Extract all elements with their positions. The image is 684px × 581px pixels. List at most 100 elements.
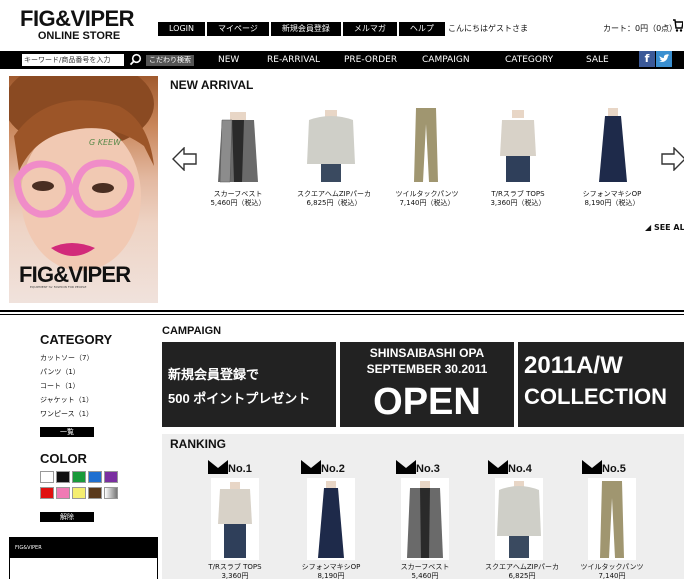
rank-number: No.2 [321,463,345,475]
product-price: 7,140円（税込） [399,199,455,207]
color-swatch-green[interactable] [72,471,86,483]
campaign-banner-register[interactable]: 新規会員登録で 500 ポイントプレゼント [162,342,336,427]
register-button[interactable]: 新規会員登録 [270,22,341,36]
product-price: 8,190円（税込） [584,199,640,207]
campaign-banner-collection[interactable]: 2011A/W COLLECTION [518,342,684,427]
carousel-prev-icon[interactable] [172,147,198,171]
banner-text: 500 ポイントプレゼント [168,391,311,406]
product-item[interactable]: スカーフベスト 5,460円（税込） [193,190,283,208]
color-swatch-black[interactable] [56,471,70,483]
see-all-link[interactable]: ◢ SEE AL [645,223,684,232]
rank-label: No.2 [301,460,345,475]
color-swatch-yellow[interactable] [72,487,86,499]
product-image[interactable] [208,104,268,184]
product-name: スクエアヘムZIPパーカ [297,190,371,198]
product-image[interactable] [301,104,361,184]
login-button[interactable]: LOGIN [158,22,206,36]
product-name: シフォンマキシOP [582,190,642,198]
logo-main-text: FIG&VIPER [20,6,135,31]
nav-re-arrival[interactable]: RE-ARRIVAL [267,55,320,66]
color-swatch-blue[interactable] [88,471,102,483]
color-swatch-red[interactable] [40,487,54,499]
color-swatch-gray[interactable] [104,487,118,499]
ranking-product-image[interactable] [307,478,355,560]
product-name: T/Rスラブ TOPS [491,190,545,198]
ranking-product-image[interactable] [401,478,449,560]
cart-icon[interactable] [673,18,683,32]
rank-crown-icon [582,460,602,474]
banner-text: SHINSAIBASHI OPA [369,346,485,360]
category-link[interactable]: コート（1） [40,381,79,391]
top-nav: LOGIN マイページ 新規会員登録 メルマガ ヘルプ [158,22,445,36]
rank-number: No.1 [228,463,252,475]
rank-label: No.4 [488,460,532,475]
site-logo[interactable]: FIG&VIPER ONLINE STORE [20,8,144,43]
color-swatch-purple[interactable] [104,471,118,483]
product-item[interactable]: ツイルタックパンツ 7,140円（税込） [382,190,472,208]
color-swatch-white[interactable] [40,471,54,483]
new-arrival-title: NEW ARRIVAL [170,78,254,92]
product-item[interactable]: スクエアヘムZIPパーカ 6,825円（税込） [286,190,382,208]
nav-campaign[interactable]: CAMPAIGN [422,55,470,66]
facebook-icon[interactable]: f [639,51,655,67]
banner-text: SEPTEMBER 30.2011 [366,362,488,376]
product-price: 5,460円（税込） [210,199,266,207]
ranking-item[interactable]: スカーフベスト 5,460円 [380,563,470,581]
category-link[interactable]: パンツ（1） [40,367,80,377]
nav-pre-order[interactable]: PRE-ORDER [344,55,397,66]
banner-text: 2011A/W [524,352,623,379]
ranking-product-image[interactable] [495,478,543,560]
rank-label: No.1 [208,460,252,475]
product-item[interactable]: シフォンマキシOP 8,190円（税込） [567,190,657,208]
brand-widget-body [10,558,157,579]
search-icon[interactable] [129,53,142,66]
color-swatch-brown[interactable] [88,487,102,499]
ranking-product-price: 6,825円 [508,572,536,580]
twitter-icon[interactable] [656,51,672,67]
ranking-product-price: 7,140円 [598,572,626,580]
product-image[interactable] [396,104,456,184]
product-item[interactable]: T/Rスラブ TOPS 3,360円（税込） [473,190,563,208]
ranking-title: RANKING [170,437,226,451]
product-image[interactable] [488,104,548,184]
category-list-button[interactable]: 一覧 [40,427,94,437]
nav-category[interactable]: CATEGORY [505,55,553,66]
help-button[interactable]: ヘルプ [398,22,445,36]
rank-number: No.4 [508,463,532,475]
category-link[interactable]: ワンピース（1） [40,409,93,419]
rank-crown-icon [488,460,508,474]
ranking-item[interactable]: シフォンマキシOP 8,190円 [286,563,376,581]
category-link[interactable]: カットソー（7） [40,353,93,363]
rank-crown-icon [208,460,228,474]
ranking-item[interactable]: T/Rスラブ TOPS 3,360円 [190,563,280,581]
product-price: 3,360円（税込） [490,199,546,207]
rank-number: No.5 [602,463,626,475]
ranking-product-image[interactable] [211,478,259,560]
nav-new[interactable]: NEW [218,55,239,66]
campaign-banner-opa[interactable]: SHINSAIBASHI OPA SEPTEMBER 30.2011 OPEN [340,342,514,427]
ranking-item[interactable]: ツイルタックパンツ 7,140円 [567,563,657,581]
mypage-button[interactable]: マイページ [207,22,269,36]
category-link[interactable]: ジャケット（1） [40,395,93,405]
ranking-product-image[interactable] [588,478,636,560]
ranking-product-price: 8,190円 [317,572,345,580]
brand-widget: FIG&VIPER [9,537,158,579]
advanced-search-button[interactable]: こだわり検索 [146,55,194,66]
newsletter-button[interactable]: メルマガ [342,22,397,36]
rank-crown-icon [301,460,321,474]
product-image[interactable] [583,104,643,184]
section-divider [0,314,684,315]
color-swatch-pink[interactable] [56,487,70,499]
ranking-product-name: シフォンマキシOP [301,563,361,571]
search-input[interactable]: キーワード/商品番号を入力 [22,54,124,66]
ranking-item[interactable]: スクエアヘムZIPパーカ 6,825円 [474,563,570,581]
product-price: 6,825円（税込） [306,199,362,207]
ranking-product-price: 3,360円 [221,572,249,580]
section-divider [0,310,684,312]
rank-label: No.3 [396,460,440,475]
color-clear-button[interactable]: 解除 [40,512,94,522]
cart-summary[interactable]: カート：0円（0点） [603,23,677,34]
brand-widget-title: FIG&VIPER [15,545,42,551]
nav-sale[interactable]: SALE [586,55,609,66]
carousel-next-icon[interactable] [660,147,684,171]
